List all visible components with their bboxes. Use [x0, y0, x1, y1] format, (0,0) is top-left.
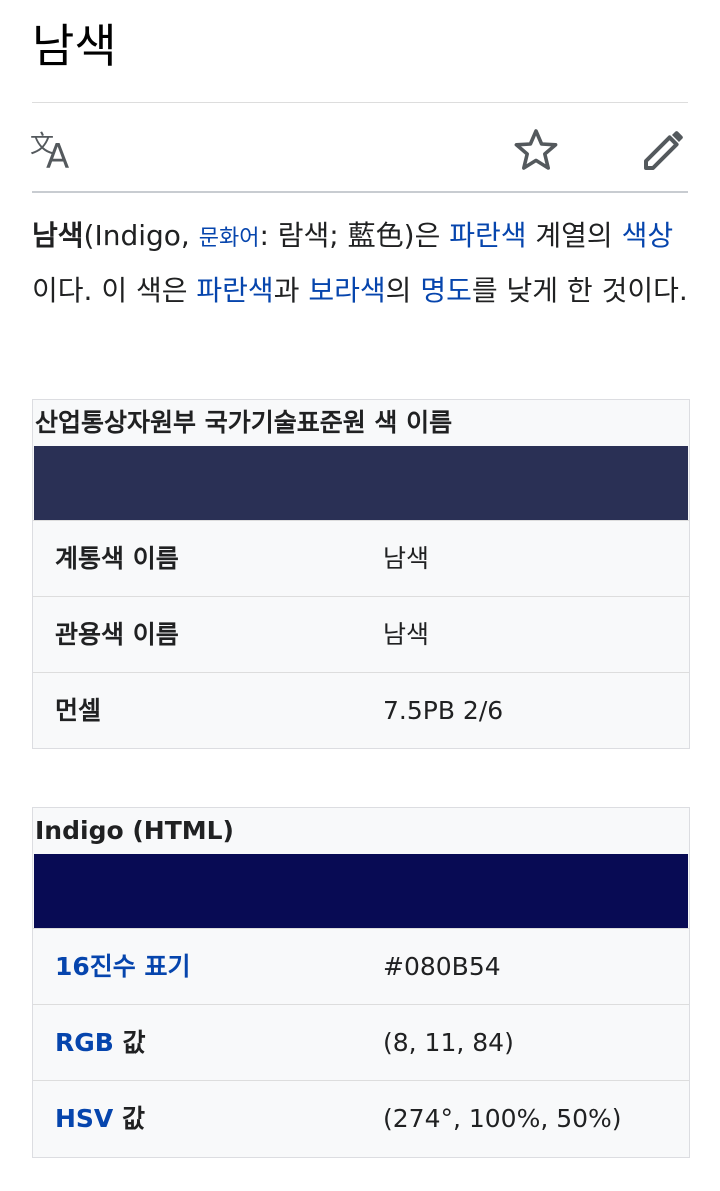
link-purple[interactable]: 보라색 [308, 274, 385, 307]
row-key: RGB 값 [55, 1028, 146, 1057]
table-row: RGB 값 (8, 11, 84) [33, 1004, 689, 1080]
color-swatch [34, 854, 688, 928]
pencil-icon[interactable] [636, 122, 692, 178]
row-key: 계통색 이름 [55, 544, 179, 573]
row-value: (8, 11, 84) [383, 1028, 514, 1057]
table-row: HSV 값 (274°, 100%, 50%) [33, 1080, 689, 1156]
munhwa-link[interactable]: 문화어 [199, 226, 260, 251]
star-icon[interactable] [508, 122, 564, 178]
row-key: 먼셀 [55, 696, 102, 725]
link-value[interactable]: 명도 [420, 274, 472, 307]
row-key: HSV 값 [55, 1104, 145, 1133]
infobox-caption: Indigo (HTML) [35, 816, 234, 845]
table-row: 16진수 표기 #080B54 [33, 928, 689, 1004]
page-actions-toolbar: 文 A [30, 110, 688, 190]
row-value: (274°, 100%, 50%) [383, 1104, 622, 1133]
link-blue-2[interactable]: 파란색 [196, 274, 273, 307]
hsv-link[interactable]: HSV [55, 1104, 113, 1133]
row-value: 7.5PB 2/6 [383, 696, 504, 725]
link-hue[interactable]: 색상 [622, 219, 674, 252]
hex-link[interactable]: 16진수 표기 [55, 952, 191, 981]
title-divider [32, 102, 688, 103]
toolbar-divider [32, 191, 688, 193]
svg-text:A: A [46, 137, 69, 177]
row-value: #080B54 [383, 952, 501, 981]
color-swatch [34, 446, 688, 520]
intro-paragraph: 남색(Indigo, 문화어: 람색; 藍色)은 파란색 계열의 색상이다. 이… [32, 219, 688, 307]
table-row: 관용색 이름 남색 [33, 596, 689, 672]
page-title: 남색 [32, 19, 117, 73]
intro-term: 남색 [32, 219, 84, 252]
link-blue[interactable]: 파란색 [449, 219, 526, 252]
row-value: 남색 [383, 620, 430, 649]
row-key: 16진수 표기 [55, 929, 191, 1004]
table-row: 먼셀 7.5PB 2/6 [33, 672, 689, 748]
row-key: 관용색 이름 [55, 620, 179, 649]
infobox-kats: 산업통상자원부 국가기술표준원 색 이름 계통색 이름 남색 관용색 이름 남색… [32, 399, 690, 749]
rgb-link[interactable]: RGB [55, 1028, 114, 1057]
row-value: 남색 [383, 544, 430, 573]
table-row: 계통색 이름 남색 [33, 520, 689, 596]
translate-icon[interactable]: 文 A [26, 122, 82, 178]
infobox-caption: 산업통상자원부 국가기술표준원 색 이름 [35, 408, 453, 437]
infobox-html-color: Indigo (HTML) 16진수 표기 #080B54 RGB 값 (8, … [32, 807, 690, 1158]
